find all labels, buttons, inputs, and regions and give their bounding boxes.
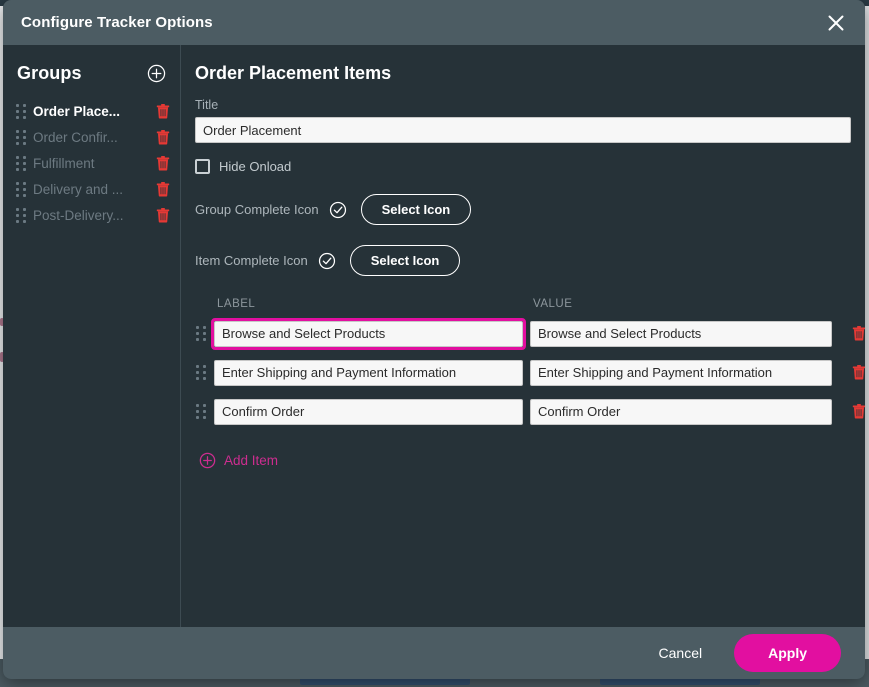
item-value-cell	[530, 359, 832, 386]
hide-onload-label: Hide Onload	[219, 159, 292, 174]
trash-icon[interactable]	[150, 129, 170, 145]
group-complete-select-icon-button[interactable]: Select Icon	[360, 194, 472, 225]
items-table-row	[195, 395, 865, 428]
item-label-input[interactable]	[214, 320, 523, 347]
groups-heading: Groups	[17, 63, 82, 83]
check-circle-icon	[329, 201, 347, 219]
group-detail-panel: Order Placement Items Title Hide Onload …	[181, 45, 865, 627]
drag-handle-icon[interactable]	[195, 365, 207, 380]
item-label-cell	[211, 317, 526, 350]
item-value-input[interactable]	[530, 320, 832, 347]
dialog-header: Configure Tracker Options	[3, 0, 865, 45]
trash-icon[interactable]	[150, 155, 170, 171]
column-header-value: VALUE	[533, 298, 573, 310]
hide-onload-row[interactable]: Hide Onload	[195, 159, 851, 174]
item-complete-icon-label: Item Complete Icon	[195, 253, 308, 268]
items-table-row	[195, 356, 865, 389]
item-label-cell	[214, 398, 523, 425]
item-label-input[interactable]	[214, 359, 523, 386]
apply-button[interactable]: Apply	[734, 634, 841, 672]
drag-handle-icon[interactable]	[15, 129, 27, 145]
add-item-button[interactable]: Add Item	[199, 452, 278, 469]
drag-handle-icon[interactable]	[195, 326, 207, 341]
groups-sidebar: Groups Order Place... Order Confir... Fulf…	[3, 45, 181, 627]
groups-header: Groups	[3, 45, 180, 90]
close-icon[interactable]	[823, 10, 849, 36]
column-header-label: LABEL	[217, 298, 256, 310]
items-table-header: LABEL VALUE	[195, 298, 851, 310]
item-complete-select-icon-button[interactable]: Select Icon	[349, 245, 461, 276]
drag-handle-icon[interactable]	[15, 207, 27, 223]
drag-handle-icon[interactable]	[195, 404, 207, 419]
drag-handle-icon[interactable]	[15, 181, 27, 197]
item-value-cell	[530, 320, 832, 347]
trash-icon[interactable]	[150, 207, 170, 223]
group-complete-icon-row: Group Complete Icon Select Icon	[195, 194, 851, 225]
group-complete-icon-label: Group Complete Icon	[195, 202, 319, 217]
sidebar-group-label: Order Confir...	[33, 129, 118, 145]
dialog-title: Configure Tracker Options	[21, 14, 213, 31]
cancel-button[interactable]: Cancel	[645, 637, 717, 669]
trash-icon[interactable]	[150, 181, 170, 197]
sidebar-group-label: Delivery and ...	[33, 181, 124, 197]
hide-onload-checkbox[interactable]	[195, 159, 210, 174]
configure-tracker-options-dialog: Configure Tracker Options Groups Order P…	[3, 0, 865, 679]
add-item-label: Add Item	[224, 453, 279, 468]
item-delete-icon[interactable]	[846, 326, 865, 341]
drag-handle-icon[interactable]	[15, 155, 27, 171]
item-value-input[interactable]	[530, 359, 832, 386]
item-delete-icon[interactable]	[846, 404, 865, 419]
title-field-label: Title	[195, 98, 219, 112]
trash-icon[interactable]	[150, 103, 170, 119]
dialog-body: Groups Order Place... Order Confir... Fulf…	[3, 45, 865, 627]
items-table: LABEL VALUE	[195, 298, 865, 428]
drag-handle-icon[interactable]	[15, 103, 27, 119]
sidebar-group-label: Order Place...	[33, 103, 121, 119]
item-value-cell	[530, 398, 832, 425]
item-value-input[interactable]	[530, 398, 832, 425]
sidebar-group-label: Fulfillment	[33, 155, 95, 171]
item-label-cell	[214, 359, 523, 386]
sidebar-group-item[interactable]: Delivery and ...	[3, 176, 180, 202]
sidebar-group-item[interactable]: Post-Delivery...	[3, 202, 180, 228]
item-delete-icon[interactable]	[846, 365, 865, 380]
sidebar-group-item[interactable]: Order Confir...	[3, 124, 180, 150]
panel-heading: Order Placement Items	[195, 63, 392, 83]
sidebar-group-item[interactable]: Fulfillment	[3, 150, 180, 176]
plus-circle-icon[interactable]	[147, 64, 166, 83]
item-complete-icon-row: Item Complete Icon Select Icon	[195, 245, 851, 276]
plus-circle-icon	[199, 452, 216, 469]
sidebar-group-label: Post-Delivery...	[33, 207, 124, 223]
title-input[interactable]	[195, 117, 851, 143]
check-circle-icon	[318, 252, 336, 270]
sidebar-group-item[interactable]: Order Place...	[3, 98, 180, 124]
item-label-input[interactable]	[214, 398, 523, 425]
items-table-row	[195, 317, 865, 350]
groups-list: Order Place... Order Confir... Fulfillment…	[3, 98, 180, 228]
items-table-body	[195, 317, 865, 428]
dialog-footer: Cancel Apply	[3, 627, 865, 679]
